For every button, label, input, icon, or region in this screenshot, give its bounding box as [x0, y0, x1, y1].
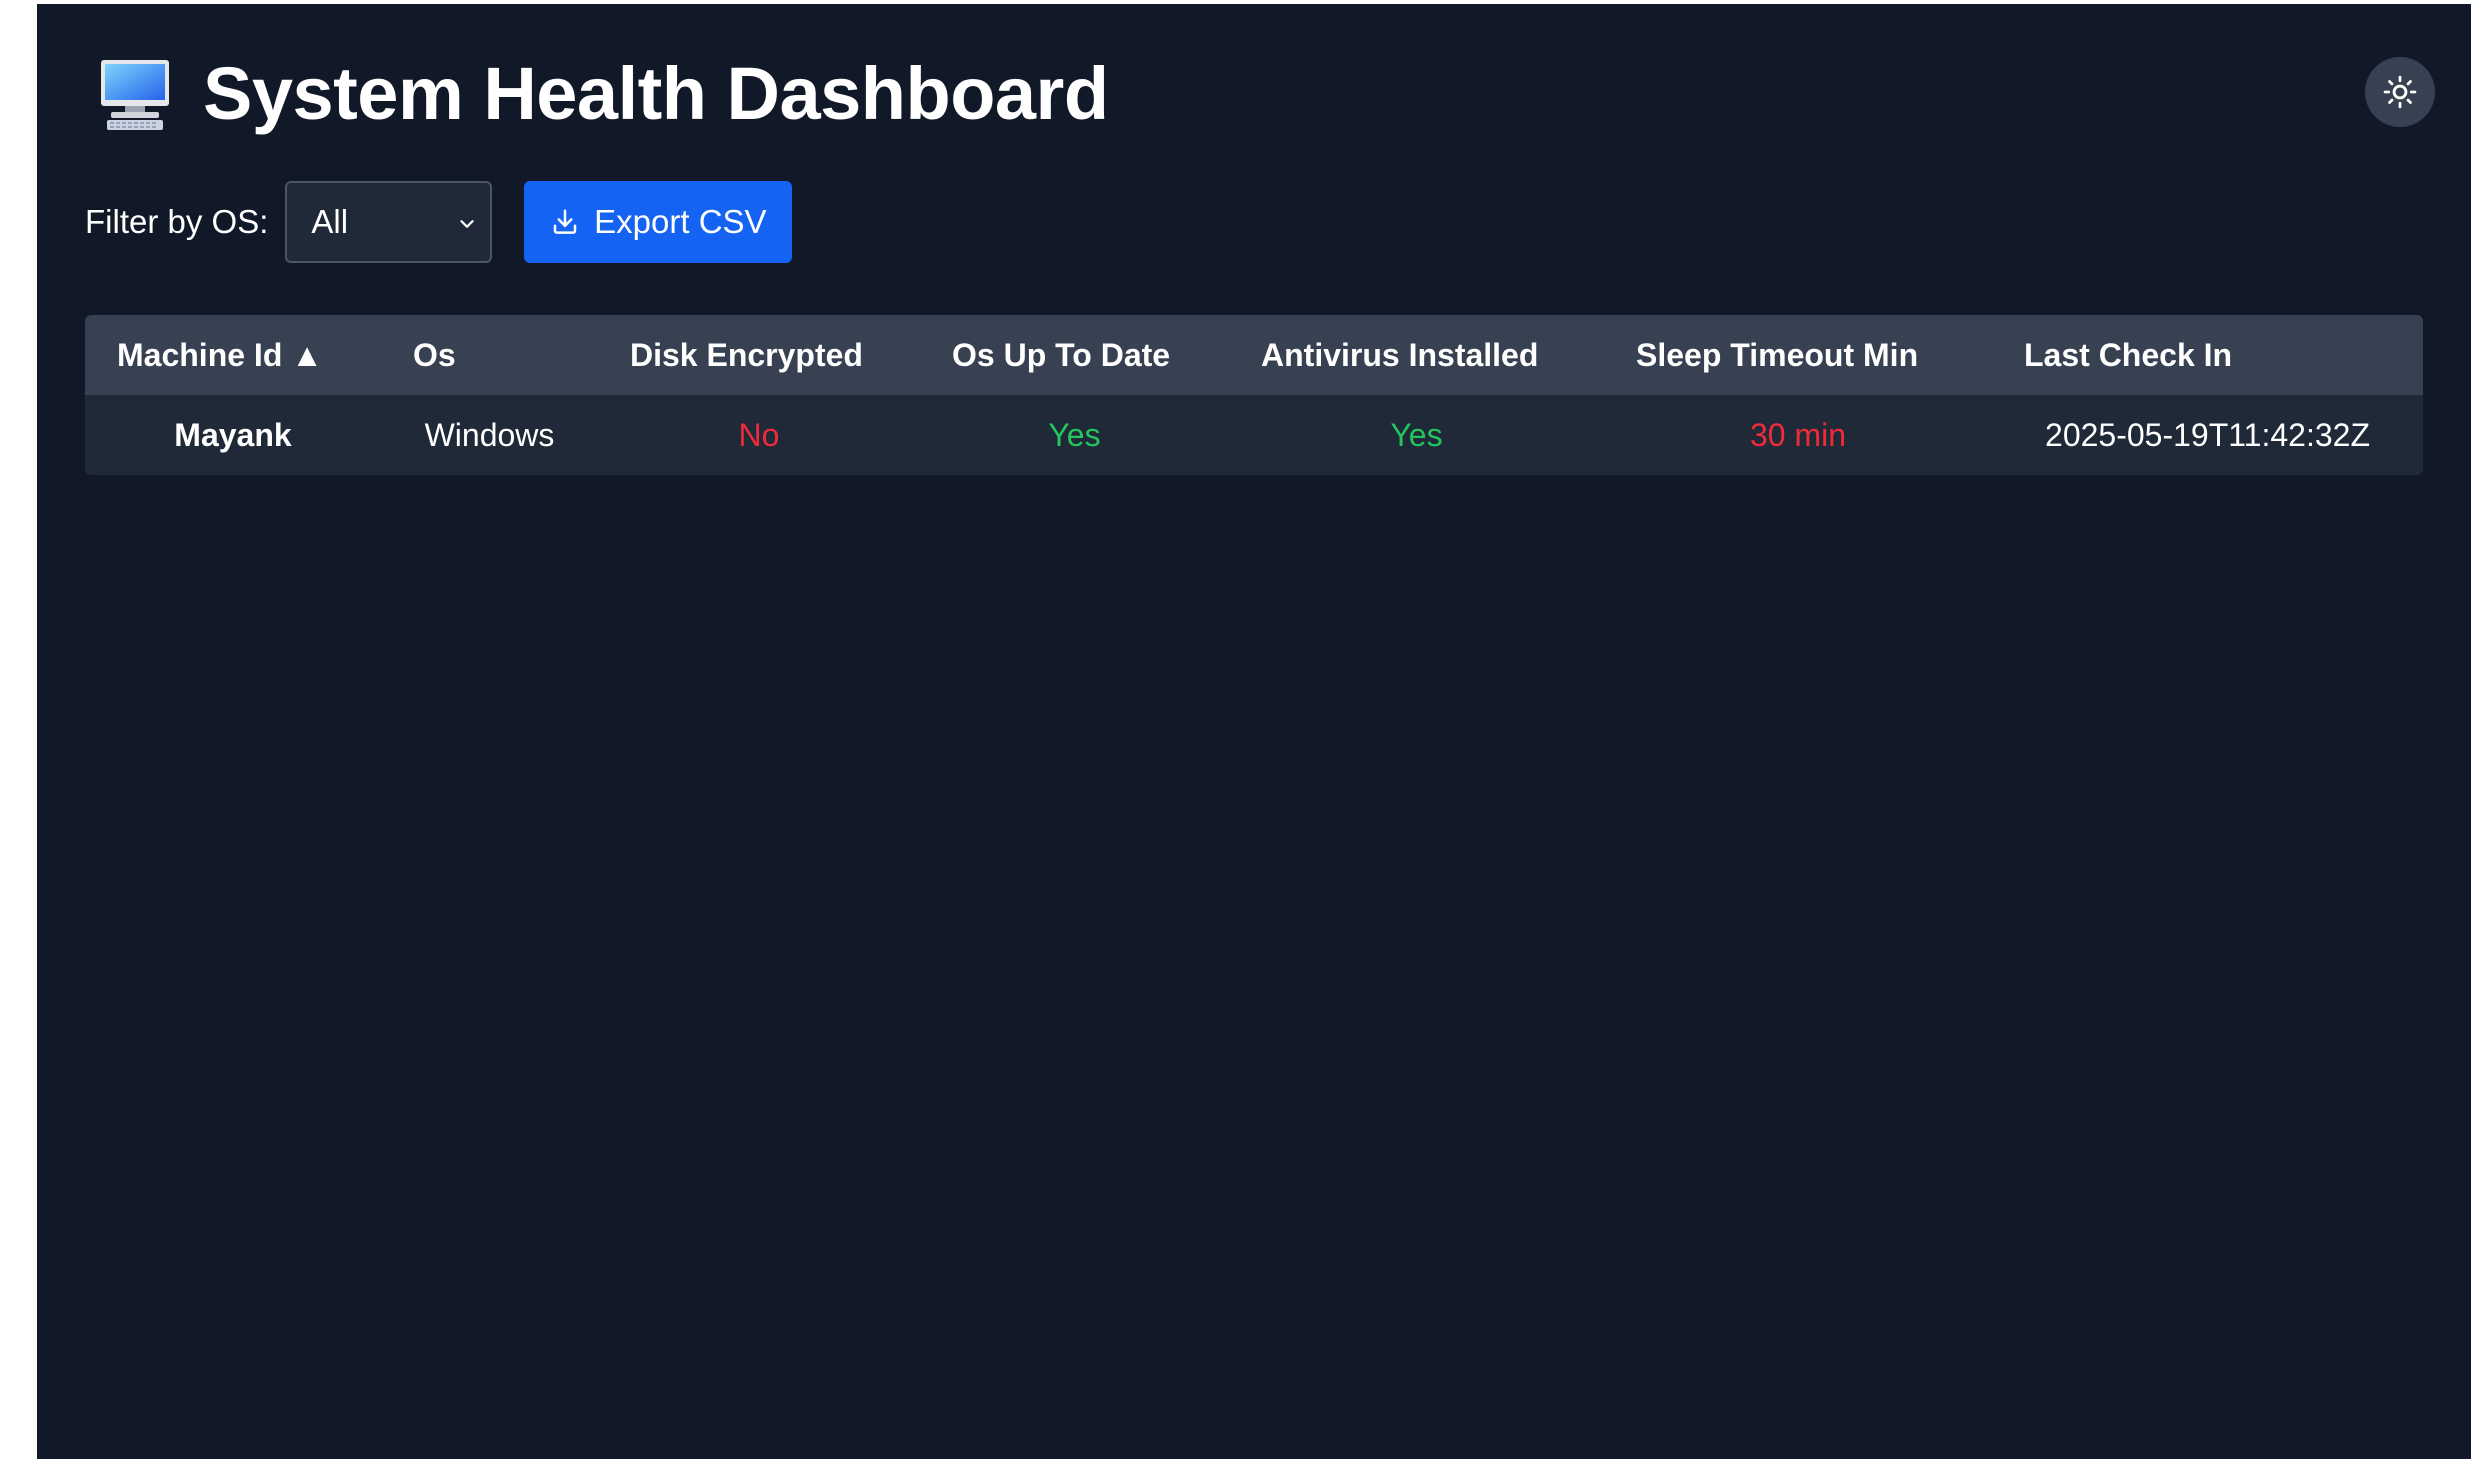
cell-machine-id: Mayank — [174, 416, 292, 453]
os-filter-select[interactable]: All — [285, 181, 493, 263]
download-icon — [553, 209, 577, 234]
column-header-last-check-in[interactable]: Last Check In — [1992, 315, 2423, 395]
column-header-machine-id[interactable]: Machine Id ▲ — [85, 315, 381, 395]
column-header-os[interactable]: Os — [381, 315, 598, 395]
filter-os-label: Filter by OS: — [85, 203, 269, 240]
export-csv-label: Export CSV — [594, 203, 767, 240]
dashboard-app: System Health Dashboard Filter by OS: Al… — [37, 4, 2471, 1459]
table-header-row: Machine Id ▲ Os Disk Encrypted Os Up To … — [85, 315, 2423, 395]
cell-disk-encrypted: No — [738, 416, 780, 453]
page-title: System Health Dashboard — [203, 52, 1109, 135]
theme-toggle-button[interactable] — [2365, 57, 2435, 127]
cell-antivirus-installed: Yes — [1390, 416, 1443, 453]
cell-os: Windows — [424, 416, 555, 453]
column-header-antivirus-installed[interactable]: Antivirus Installed — [1229, 315, 1604, 395]
toolbar: Filter by OS: All Export CSV — [85, 181, 793, 263]
table-row: Mayank Windows No Yes Yes 30 min 2025-05… — [85, 395, 2423, 475]
column-header-sleep-timeout-min[interactable]: Sleep Timeout Min — [1604, 315, 1992, 395]
column-header-disk-encrypted[interactable]: Disk Encrypted — [598, 315, 920, 395]
chevron-down-icon — [460, 220, 475, 228]
os-filter-value: All — [311, 203, 349, 240]
sun-icon — [2383, 75, 2417, 109]
cell-os-up-to-date: Yes — [1048, 416, 1101, 453]
export-csv-button[interactable]: Export CSV — [524, 181, 793, 263]
machines-table: Machine Id ▲ Os Disk Encrypted Os Up To … — [85, 315, 2423, 475]
column-header-os-up-to-date[interactable]: Os Up To Date — [920, 315, 1229, 395]
page-header: System Health Dashboard — [95, 54, 1109, 134]
cell-sleep-timeout-min: 30 min — [1749, 416, 1847, 453]
cell-last-check-in: 2025-05-19T11:42:32Z — [2045, 416, 2370, 453]
desktop-computer-icon — [101, 60, 169, 130]
